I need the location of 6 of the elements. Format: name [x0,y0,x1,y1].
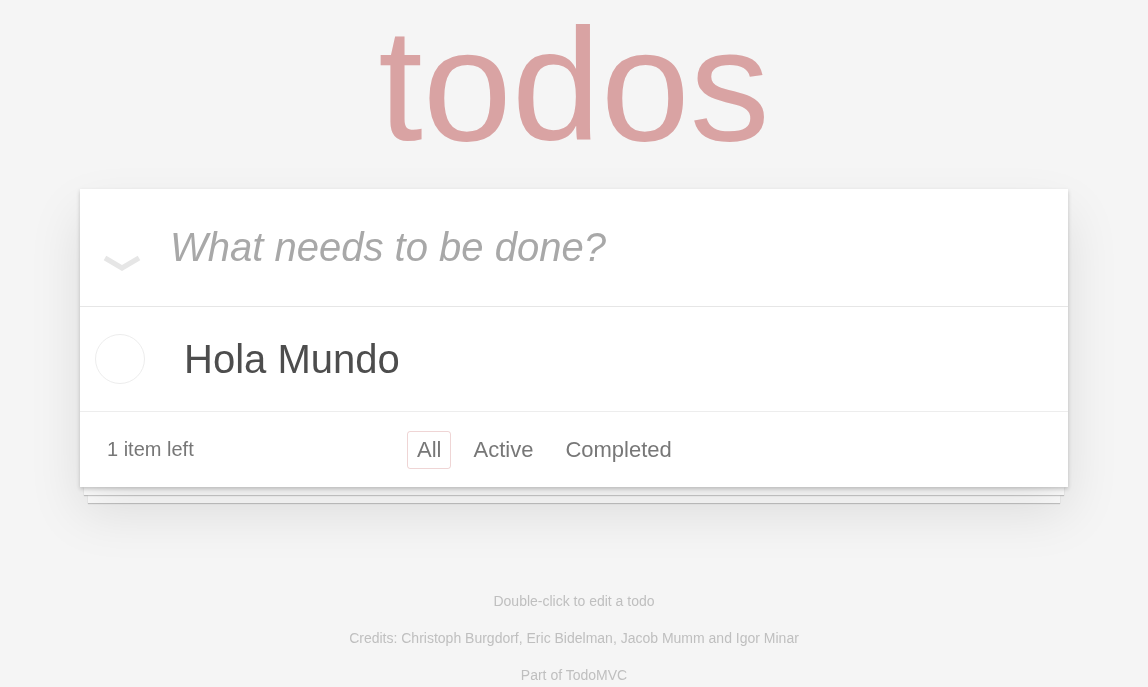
filter-link[interactable]: Active [463,430,544,469]
app-title: todos [377,0,771,176]
filter-link[interactable]: Completed [555,430,682,469]
todo-text[interactable]: Hola Mundo [184,336,400,382]
items-left-count: 1 item left [107,438,195,461]
filter-link[interactable]: All [407,430,452,469]
